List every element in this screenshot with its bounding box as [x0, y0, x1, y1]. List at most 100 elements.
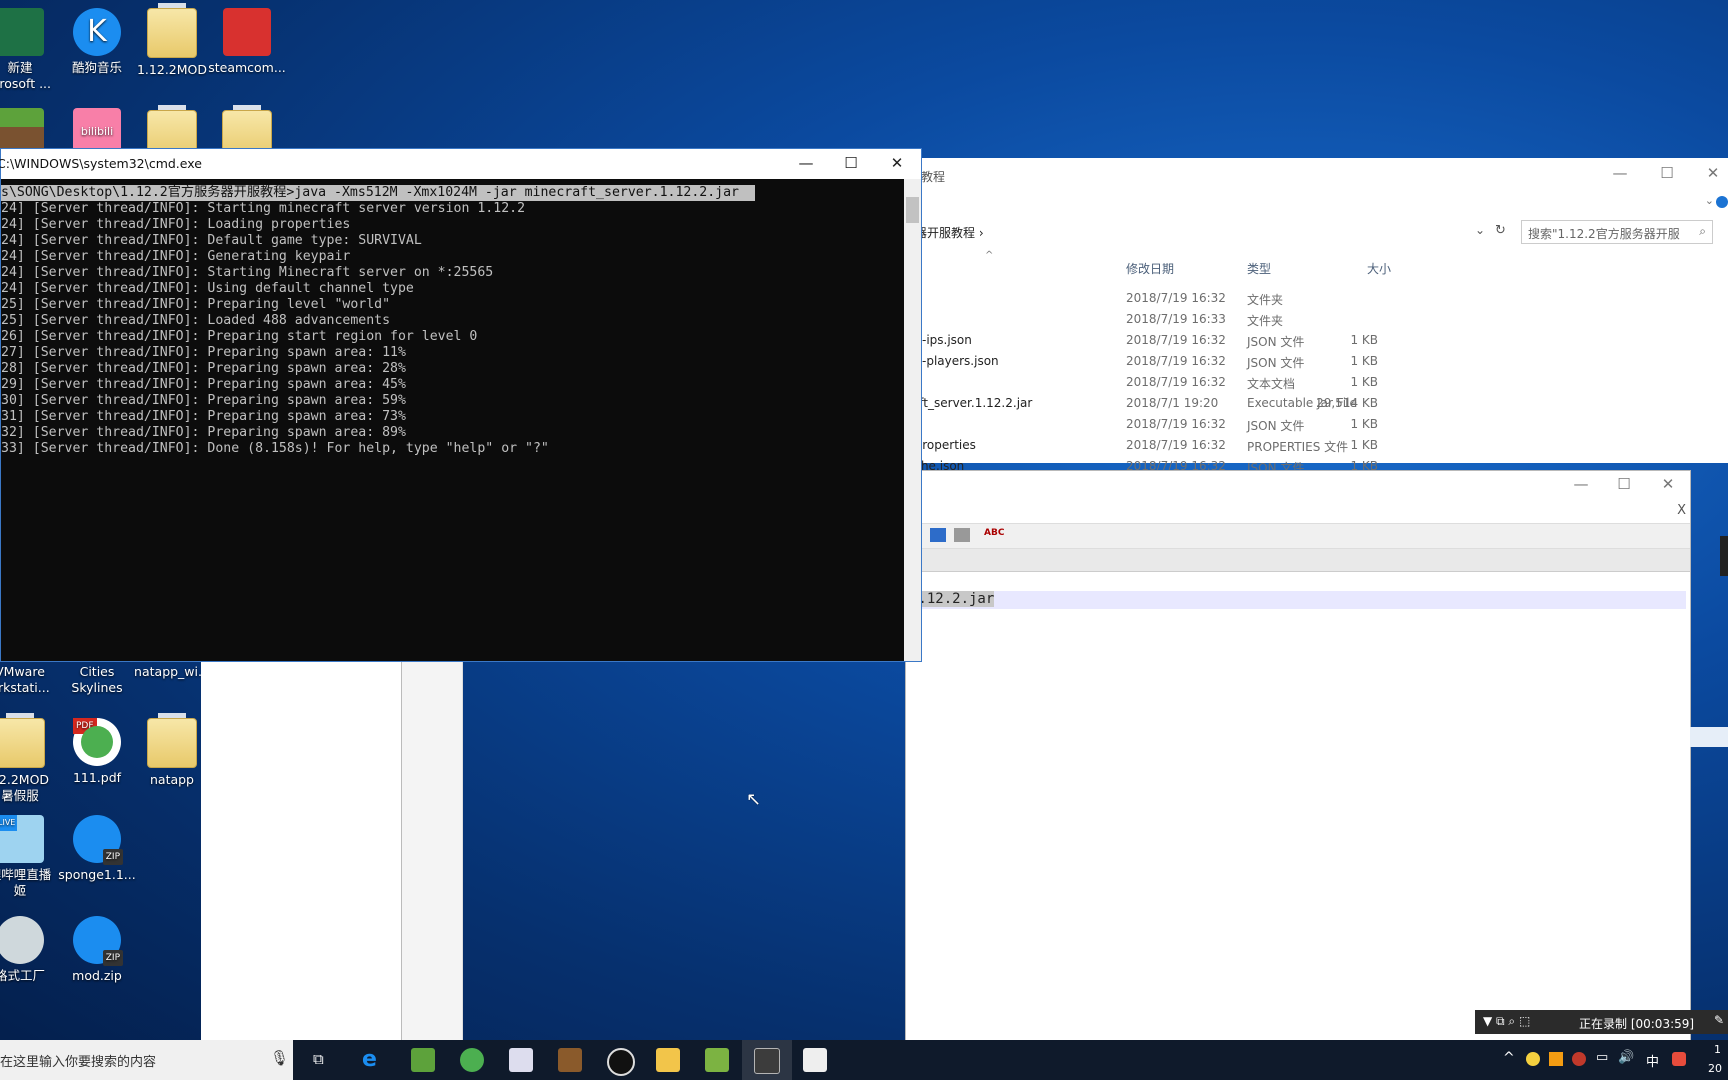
search-input[interactable]: 搜索"1.12.2官方服务器开服 ⌕ [1521, 220, 1713, 244]
cmd-log-line: 24] [Server thread/INFO]: Generating key… [1, 249, 351, 264]
close-doc-button[interactable]: X [1677, 503, 1686, 518]
address-dropdown-icon[interactable]: ⌄ [1475, 223, 1485, 237]
desktop-icon-geshi[interactable]: 格式工厂 [0, 916, 62, 984]
column-size[interactable]: 大小 [1367, 260, 1391, 277]
taskbar-search-placeholder: 在这里输入你要搜索的内容 [0, 1055, 157, 1070]
ribbon-expand-icon[interactable]: ⌄ [1705, 194, 1714, 207]
format-factory-icon [0, 916, 44, 964]
close-icon[interactable]: ✕ [1653, 475, 1683, 493]
desktop-icon-kugou[interactable]: K 酷狗音乐 [55, 8, 139, 76]
desktop-icon-steamcom[interactable]: steamcom... [205, 8, 289, 76]
file-size: 1 KB [1350, 333, 1378, 347]
desktop-icon-vmware[interactable]: VMware orkstati... [0, 664, 62, 696]
cmd-log-line: 24] [Server thread/INFO]: Starting Minec… [1, 265, 494, 280]
cmd-log-line: 24] [Server thread/INFO]: Using default … [1, 281, 414, 296]
tray-expand-icon[interactable]: ^ [1503, 1050, 1515, 1066]
ime-indicator[interactable]: 中 [1646, 1051, 1659, 1070]
cmd-title: C:\WINDOWS\system32\cmd.exe [0, 156, 202, 171]
close-icon[interactable]: ✕ [882, 154, 912, 172]
close-icon[interactable]: ✕ [1698, 164, 1728, 182]
sogou-icon[interactable] [1672, 1052, 1686, 1066]
current-line[interactable]: 1.12.2.jar [906, 591, 1686, 609]
breadcrumb[interactable]: 器开服教程 › [915, 224, 984, 241]
notepadpp-icon[interactable] [705, 1048, 729, 1072]
file-row[interactable]: on2018/7/19 16:32JSON 文件1 KB [905, 414, 1728, 435]
chest-icon[interactable] [558, 1048, 582, 1072]
editor-toolbar: ABC [906, 523, 1690, 549]
file-date: 2018/7/19 16:32 [1126, 438, 1226, 452]
qq-icon[interactable] [1526, 1052, 1540, 1066]
minimize-icon[interactable]: — [1605, 164, 1635, 182]
rec-controls-icon[interactable]: ▼ ⧉ ⌕ ⬚ [1483, 1014, 1530, 1029]
clock-time[interactable]: 1 [1714, 1043, 1721, 1056]
column-headers: 修改日期 类型 大小 [905, 254, 1728, 280]
minimize-icon[interactable]: — [1566, 475, 1596, 493]
file-date: 2018/7/19 16:32 [1126, 375, 1226, 389]
taskbar: 在这里输入你要搜索的内容 🎙 ⧉ e ^ ▭ 🔊 中 1 20 [0, 1040, 1728, 1080]
pen-icon[interactable]: ✎ [1714, 1013, 1724, 1027]
taskbar-search[interactable]: 在这里输入你要搜索的内容 🎙 [0, 1040, 293, 1080]
volume-icon[interactable]: 🔊 [1618, 1050, 1634, 1065]
file-type: 文件夹 [1247, 314, 1284, 328]
record-icon[interactable] [607, 1048, 635, 1076]
column-date[interactable]: 修改日期 [1126, 260, 1174, 277]
task-view-icon[interactable]: ⧉ [313, 1050, 324, 1068]
breadcrumb-item[interactable]: 器开服教程 [915, 226, 975, 240]
file-row[interactable]: xt2018/7/19 16:32文本文档1 KB [905, 372, 1728, 393]
file-row[interactable]: ed-players.json 2018/7/19 16:32 JSON 文件 1 K… [905, 351, 1728, 372]
photos-icon[interactable] [509, 1048, 533, 1072]
file-row[interactable]: 2018/7/19 16:33 文件夹 [905, 309, 1728, 330]
desktop-icon-folder-mod[interactable]: 1.12.2MOD [130, 3, 214, 78]
column-type[interactable]: 类型 [1247, 260, 1271, 277]
desktop-icon-12mod[interactable]: 12.2MOD 暑假服 [0, 713, 62, 804]
address-bar[interactable]: 器开服教程 › ⌄ ↻ 搜索"1.12.2官方服务器开服 ⌕ [905, 220, 1728, 246]
shield-icon[interactable] [1549, 1052, 1563, 1066]
cmd-output[interactable]: s\SONG\Desktop\1.12.2官方服务器开服教程>java -Xms… [1, 179, 903, 661]
help-icon[interactable] [1716, 196, 1728, 208]
spellcheck-icon[interactable]: ABC [984, 528, 1004, 538]
cmd-log-line: 27] [Server thread/INFO]: Preparing spaw… [1, 345, 406, 360]
desktop-icon-bililive[interactable]: LIVE 哩哔哩直播 姬 [0, 815, 62, 899]
desktop-icon-pdf[interactable]: PDF 111.pdf [55, 718, 139, 786]
mouse-cursor-icon: ↖ [746, 789, 762, 810]
desktop-icon-excel[interactable]: 新建 icrosoft ... [0, 8, 62, 92]
edge-icon[interactable]: e [362, 1048, 386, 1072]
file-date: 2018/7/19 16:32 [1126, 333, 1226, 347]
file-row[interactable]: 2018/7/19 16:32 文件夹 [905, 288, 1728, 309]
recording-tray-icon[interactable] [1572, 1052, 1586, 1066]
network-icon[interactable]: ▭ [1596, 1050, 1608, 1065]
editor-line-text[interactable]: 1.12.2.jar [910, 591, 995, 607]
save-macro-icon[interactable] [954, 528, 970, 542]
clock-date[interactable]: 20 [1708, 1062, 1722, 1075]
minecraft-taskbar-icon[interactable] [411, 1048, 435, 1072]
maximize-icon[interactable]: ☐ [1652, 164, 1682, 182]
desktop-icon-label: mod.zip [72, 968, 122, 983]
desktop-icon-sponge[interactable]: ZIP sponge1.1... [55, 815, 139, 883]
file-name: raft_server.1.12.2.jar [907, 396, 1033, 410]
cmd-titlebar: C:\WINDOWS\system32\cmd.exe — ☐ ✕ [0, 149, 921, 179]
browser-360-icon[interactable] [460, 1048, 484, 1072]
scrollbar-thumb[interactable] [906, 197, 919, 223]
file-row[interactable]: r.properties 2018/7/19 16:32 PROPERTIES 文件… [905, 435, 1728, 456]
maximize-icon[interactable]: ☐ [1609, 475, 1639, 493]
microphone-icon[interactable]: 🎙 [270, 1049, 289, 1067]
desktop-icon-modzip[interactable]: ZIP mod.zip [55, 916, 139, 984]
java-icon[interactable] [803, 1048, 827, 1072]
cmd-log-line: 29] [Server thread/INFO]: Preparing spaw… [1, 377, 406, 392]
minimize-icon[interactable]: — [791, 154, 821, 172]
refresh-icon[interactable]: ↻ [1495, 223, 1506, 238]
search-icon[interactable]: ⌕ [1699, 224, 1706, 239]
view-toggle-icon[interactable] [1690, 727, 1728, 747]
file-date: 2018/7/19 16:32 [1126, 417, 1226, 431]
file-date: 2018/7/19 16:32 [1126, 354, 1226, 368]
recording-bar: ▼ ⧉ ⌕ ⬚ 正在录制 [00:03:59] ✎ [1475, 1010, 1728, 1034]
file-type: 文件夹 [1247, 293, 1284, 307]
file-explorer-icon[interactable] [656, 1048, 680, 1072]
cmd-log-line: 32] [Server thread/INFO]: Preparing spaw… [1, 425, 406, 440]
run-macro-icon[interactable] [930, 528, 946, 542]
desktop-icon-label: 12.2MOD 暑假服 [0, 772, 50, 803]
cmd-scrollbar[interactable] [904, 179, 921, 661]
file-row[interactable]: raft_server.1.12.2.jar 2018/7/1 19:20 Exec… [905, 393, 1728, 414]
maximize-icon[interactable]: ☐ [836, 154, 866, 172]
file-row[interactable]: ed-ips.json 2018/7/19 16:32 JSON 文件 1 KB [905, 330, 1728, 351]
